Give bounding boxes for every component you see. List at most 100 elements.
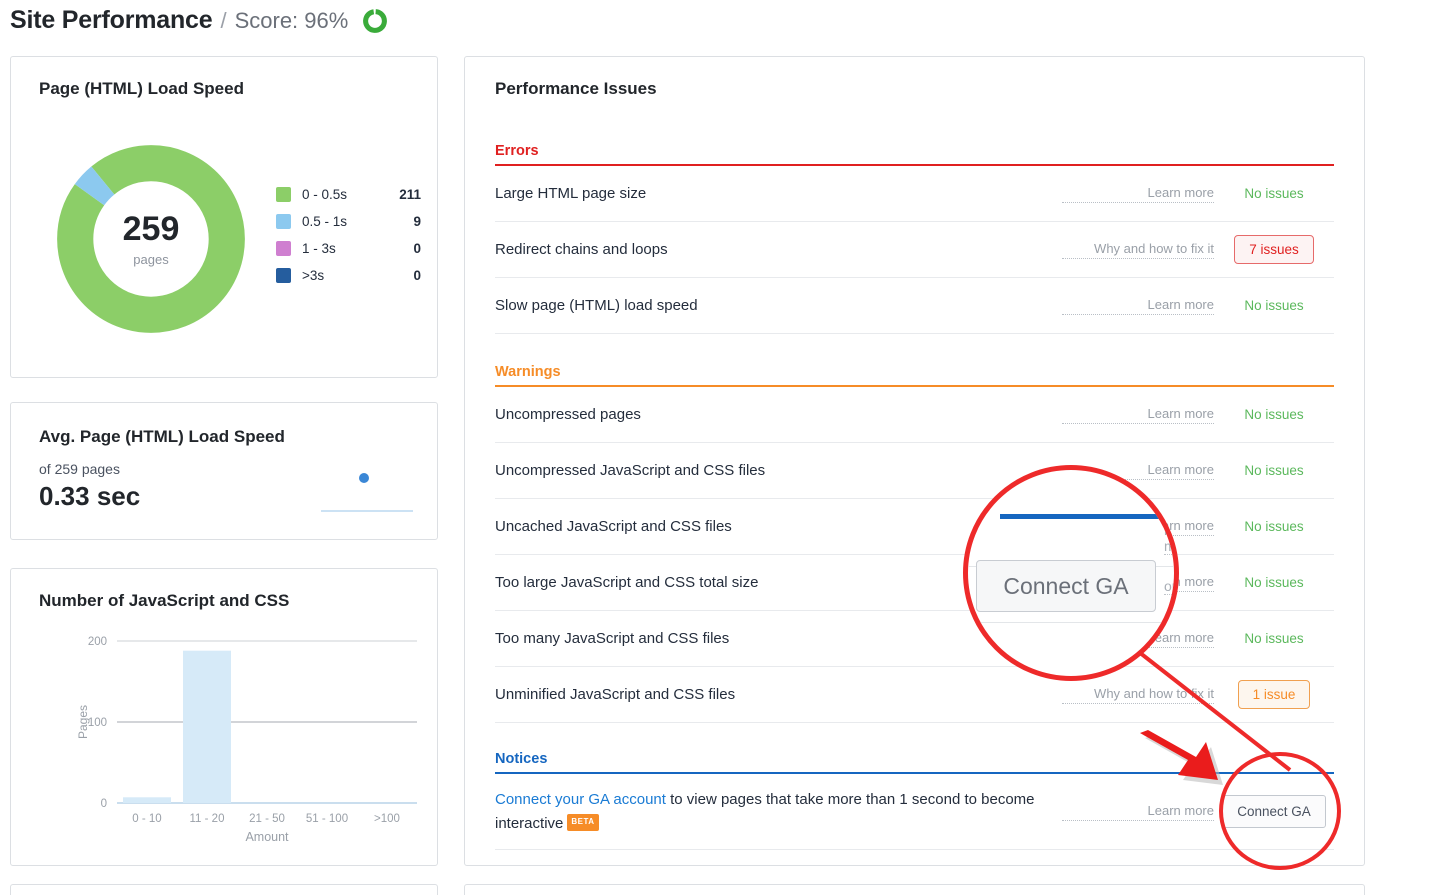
issue-status: No issues [1244, 463, 1304, 478]
svg-text:200: 200 [88, 636, 107, 648]
issue-name: Uncompressed JavaScript and CSS files [495, 461, 766, 479]
title-separator: / [220, 7, 227, 33]
legend-item: 0.5 - 1s 9 [276, 208, 421, 235]
legend-swatch-icon [276, 187, 291, 202]
js-css-bar-chart: 200 100 0 Pages 0 - 10 11 - 20 21 - 50 5… [76, 636, 417, 844]
issue-row[interactable]: Uncached JavaScript and CSS files Learn … [495, 499, 1334, 555]
learn-more-slot: Learn more [1054, 297, 1214, 315]
issue-row[interactable]: Uncompressed JavaScript and CSS files Le… [495, 443, 1334, 499]
issue-name: Too many JavaScript and CSS files [495, 629, 730, 647]
learn-more-slot: Learn more [1054, 406, 1214, 424]
legend-item: 0 - 0.5s 211 [276, 181, 421, 208]
learn-more-link[interactable]: Learn more [1062, 462, 1214, 480]
learn-more-slot: Learn more [1054, 574, 1214, 592]
legend-value: 9 [413, 214, 421, 229]
load-speed-legend: 0 - 0.5s 211 0.5 - 1s 9 1 - 3s 0 >3s 0 [276, 181, 421, 289]
issue-row[interactable]: Too many JavaScript and CSS files Learn … [495, 611, 1334, 667]
why-and-how-to-fix-it-link[interactable]: Why and how to fix it [1062, 686, 1214, 704]
learn-more-link[interactable]: Learn more [1062, 185, 1214, 203]
issue-row[interactable]: Large HTML page size Learn more No issue… [495, 166, 1334, 222]
issue-status: No issues [1244, 186, 1304, 201]
avg-speed-subtitle: of 259 pages [39, 461, 120, 477]
next-card-right-partial [464, 884, 1365, 895]
legend-swatch-icon [276, 241, 291, 256]
page-header: Site Performance / Score: 96% [10, 6, 388, 35]
legend-label: >3s [302, 268, 325, 283]
legend-swatch-icon [276, 268, 291, 283]
beta-badge: BETA [567, 814, 599, 831]
svg-text:0: 0 [101, 798, 107, 810]
section-header-warnings: Warnings [495, 364, 1334, 387]
load-speed-donut-chart: 259 pages [51, 139, 251, 339]
learn-more-link[interactable]: Learn more [1062, 803, 1214, 821]
learn-more-slot: Learn more [1054, 803, 1214, 821]
learn-more-slot: Learn more [1054, 185, 1214, 203]
issue-row[interactable]: Connect your GA account to view pages th… [495, 774, 1334, 850]
learn-more-link[interactable]: Learn more [1062, 630, 1214, 648]
svg-text:51 - 100: 51 - 100 [306, 813, 348, 825]
card-title-performance-issues: Performance Issues [495, 79, 657, 98]
issue-status: No issues [1244, 575, 1304, 590]
donut-total-unit: pages [133, 251, 169, 267]
section-header-notices: Notices [495, 751, 1334, 774]
issue-name: Uncached JavaScript and CSS files [495, 517, 732, 535]
issue-status: 7 issues [1214, 235, 1334, 264]
issue-status: No issues [1244, 407, 1304, 422]
issue-row[interactable]: Slow page (HTML) load speed Learn more N… [495, 278, 1334, 334]
issue-name: Connect your GA account to view pages th… [495, 788, 1054, 835]
issue-row[interactable]: Too large JavaScript and CSS total size … [495, 555, 1334, 611]
learn-more-link[interactable]: Learn more [1062, 518, 1214, 536]
svg-text:21 - 50: 21 - 50 [249, 813, 285, 825]
learn-more-link[interactable]: Learn more [1062, 406, 1214, 424]
donut-total-value: 259 [122, 209, 180, 248]
why-and-how-to-fix-it-link[interactable]: Why and how to fix it [1062, 241, 1214, 259]
card-title-avg-speed: Avg. Page (HTML) Load Speed [39, 427, 285, 446]
svg-text:11 - 20: 11 - 20 [190, 813, 225, 825]
connect-ga-account-link[interactable]: Connect your GA account [495, 791, 666, 808]
learn-more-slot: Why and how to fix it [1054, 686, 1214, 704]
legend-value: 0 [413, 268, 421, 283]
svg-text:0 - 10: 0 - 10 [132, 813, 161, 825]
learn-more-slot: Learn more [1054, 518, 1214, 536]
issue-status: 1 issue [1214, 680, 1334, 709]
learn-more-link[interactable]: Learn more [1062, 574, 1214, 592]
issue-name: Redirect chains and loops [495, 240, 668, 258]
score-ring-icon [363, 8, 388, 33]
card-title-load-speed: Page (HTML) Load Speed [39, 79, 244, 98]
card-title-js-css: Number of JavaScript and CSS [39, 591, 290, 610]
legend-item: >3s 0 [276, 262, 421, 289]
legend-label: 0 - 0.5s [302, 187, 348, 202]
avg-speed-value: 0.33 sec [39, 481, 141, 511]
issue-name: Uncompressed pages [495, 405, 641, 423]
issue-name: Slow page (HTML) load speed [495, 296, 698, 314]
learn-more-slot: Why and how to fix it [1054, 241, 1214, 259]
next-card-left-partial [10, 884, 438, 895]
avg-speed-sparkline [321, 473, 413, 512]
svg-text:Pages: Pages [76, 705, 90, 739]
legend-item: 1 - 3s 0 [276, 235, 421, 262]
learn-more-slot: Learn more [1054, 630, 1214, 648]
legend-swatch-icon [276, 214, 291, 229]
page-load-speed-card: Page (HTML) Load Speed 259 pages 0 - 0.5… [10, 56, 438, 378]
donut-center-label-group: 259 pages [51, 139, 251, 339]
issue-count-badge[interactable]: 7 issues [1234, 235, 1314, 264]
issue-row[interactable]: Unminified JavaScript and CSS files Why … [495, 667, 1334, 723]
issue-status: Connect GA [1214, 795, 1334, 828]
learn-more-link[interactable]: Learn more [1062, 297, 1214, 315]
page-title: Site Performance [10, 6, 213, 34]
issue-count-badge[interactable]: 1 issue [1237, 680, 1311, 709]
svg-text:Amount: Amount [245, 830, 289, 844]
connect-ga-button[interactable]: Connect GA [1222, 795, 1326, 828]
legend-label: 0.5 - 1s [302, 214, 348, 229]
issue-status: No issues [1244, 519, 1304, 534]
issue-name: Too large JavaScript and CSS total size [495, 573, 759, 591]
issues-body: Errors Large HTML page size Learn more N… [495, 129, 1334, 850]
issue-status: No issues [1244, 298, 1304, 313]
legend-label: 1 - 3s [302, 241, 336, 256]
svg-text:100: 100 [88, 717, 107, 729]
issue-row[interactable]: Redirect chains and loops Why and how to… [495, 222, 1334, 278]
number-of-js-and-css-card: Number of JavaScript and CSS 200 100 0 P… [10, 568, 438, 866]
svg-text:>100: >100 [374, 813, 400, 825]
issue-row[interactable]: Uncompressed pages Learn more No issues [495, 387, 1334, 443]
issue-name: Unminified JavaScript and CSS files [495, 685, 736, 703]
